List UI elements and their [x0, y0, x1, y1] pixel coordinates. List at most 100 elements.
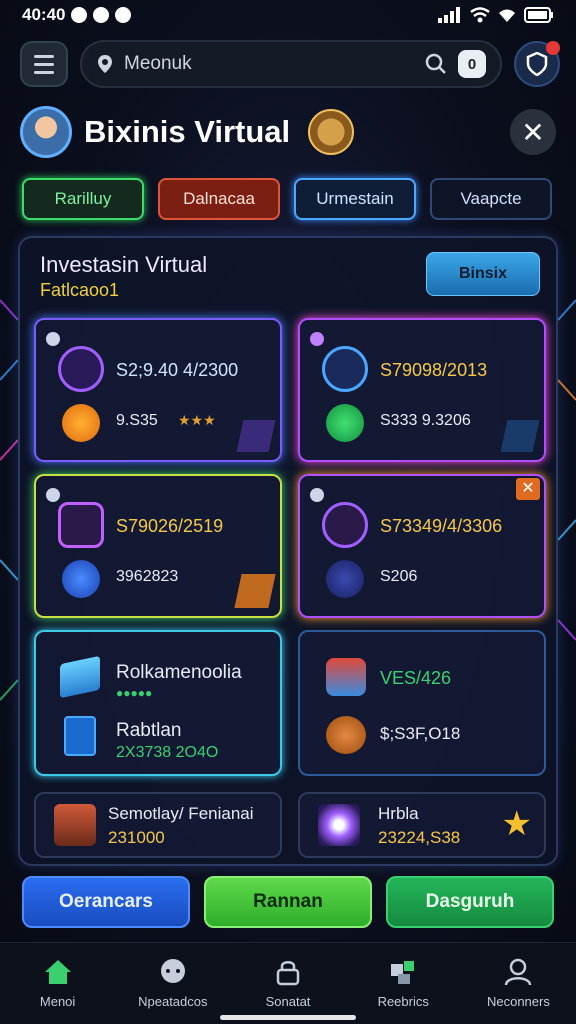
top-bar: 0: [20, 40, 560, 88]
asset-card[interactable]: S79026/2519 3962823: [34, 474, 282, 618]
bottom-nav: Menoi Npeatadcos Sonatat Reebrics Neconn…: [0, 942, 576, 1024]
tab-rarilluy[interactable]: Rarilluy: [22, 178, 144, 220]
action-bar: Oerancars Rannan Dasguruh: [22, 876, 554, 928]
shield-icon: [526, 52, 548, 76]
hamburger-icon: [34, 54, 54, 58]
close-icon[interactable]: ✕: [516, 478, 540, 500]
pin-icon: [46, 332, 60, 346]
card-value: S2;9.40 4/2300: [116, 360, 239, 380]
search-input[interactable]: [124, 53, 414, 75]
rocket-icon: [500, 420, 540, 452]
document-icon: [322, 346, 368, 392]
progress-dots-icon: ●●●●●: [116, 686, 153, 700]
panel-action-button[interactable]: Binsix: [426, 252, 540, 296]
investment-panel: Investasin Virtual Fatlcaoo1 Binsix S2;9…: [18, 236, 558, 866]
notification-icon: [71, 7, 88, 23]
star-icon[interactable]: ★: [502, 804, 532, 844]
tab-dalnacaa[interactable]: Dalnacaa: [158, 178, 280, 220]
lock-icon: [276, 961, 300, 986]
status-time: 40:40: [22, 5, 66, 24]
card-secondary: S206: [380, 568, 418, 585]
shield-icon: [62, 560, 100, 598]
pin-icon: [310, 488, 324, 502]
card-secondary: 23224,S38: [378, 828, 461, 847]
heart-icon: [93, 7, 110, 23]
action-button-tertiary[interactable]: Dasguruh: [386, 876, 554, 928]
nav-label: Neconners: [486, 994, 550, 1009]
nav-label: Npeatadcos: [138, 994, 208, 1009]
stars-icon: ★★★: [178, 412, 216, 428]
shield-button[interactable]: [514, 41, 560, 87]
action-button-secondary[interactable]: Rannan: [204, 876, 372, 928]
card-secondary: S333 9.3206: [380, 412, 471, 429]
target-icon: [58, 346, 104, 392]
signal-icon: [438, 7, 460, 23]
chart-icon: [58, 502, 104, 548]
nav-item-reebrics[interactable]: Reebrics: [346, 943, 461, 1024]
card-secondary: 3962823: [116, 568, 179, 585]
asset-card[interactable]: VES/426 $;S3F,O18: [298, 630, 546, 776]
home-icon: [44, 960, 71, 984]
tab-urmestain[interactable]: Urmestain: [294, 178, 416, 220]
check-icon: [326, 560, 364, 598]
wifi-alt-icon: [499, 9, 515, 22]
card-title: Semotlay/ Fenianai: [108, 804, 254, 823]
panel-subtitle: Fatlcaoo1: [40, 280, 120, 300]
asset-card[interactable]: Rolkamenoolia ●●●●● Rabtlan 2X3738 2O4O: [34, 630, 282, 776]
card-title-secondary: Rabtlan: [116, 720, 182, 741]
asset-card[interactable]: Semotlay/ Fenianai 231000: [34, 792, 282, 858]
avatar[interactable]: [20, 106, 72, 158]
pin-icon: [46, 488, 60, 502]
search-icon[interactable]: [424, 52, 448, 76]
card-title: Hrbla: [378, 804, 419, 823]
card-value: S79026/2519: [116, 516, 224, 536]
tab-bar: Rarilluy Dalnacaa Urmestain Vaapcte: [22, 178, 552, 220]
wifi-icon: [470, 7, 490, 23]
profile-icon: [505, 958, 532, 986]
card-secondary: 231000: [108, 828, 165, 847]
nav-label: Sonatat: [265, 994, 311, 1009]
coin-icon: [62, 404, 100, 442]
star-icon: [322, 502, 368, 548]
card-secondary: $;S3F,O18: [380, 724, 461, 743]
home-indicator[interactable]: [220, 1015, 356, 1020]
tools-icon: [326, 404, 364, 442]
scan-button[interactable]: 0: [458, 50, 486, 78]
asset-card[interactable]: ✕ S73349/4/3306 S206: [298, 474, 546, 618]
card-value: VES/426: [380, 668, 452, 688]
action-button-primary[interactable]: Oerancars: [22, 876, 190, 928]
nav-item-menoi[interactable]: Menoi: [0, 943, 115, 1024]
battery-icon: [524, 7, 553, 23]
clipboard-icon: [64, 716, 96, 756]
card-title: Rolkamenoolia: [116, 662, 242, 683]
search-bar[interactable]: 0: [80, 40, 502, 88]
nav-item-npeatadcos[interactable]: Npeatadcos: [115, 943, 230, 1024]
handshake-icon: [326, 716, 366, 754]
puzzle-icon: [391, 961, 415, 984]
character-thumbnail: [54, 804, 96, 846]
close-button[interactable]: ✕: [510, 109, 556, 155]
rocket-icon: [236, 420, 276, 452]
close-icon: ✕: [521, 116, 545, 148]
graduation-icon: [60, 655, 100, 699]
tab-vaapcte[interactable]: Vaapcte: [430, 178, 552, 220]
nav-label: Menoi: [39, 994, 76, 1009]
nav-item-sonatat[interactable]: Sonatat: [230, 943, 345, 1024]
panel-title: Investasin Virtual: [40, 252, 208, 277]
notification-badge: [546, 41, 560, 55]
chat-icon: [160, 959, 185, 983]
location-icon: [98, 55, 112, 73]
status-bar: 40:40: [0, 0, 576, 30]
asset-card[interactable]: S79098/2013 S333 9.3206: [298, 318, 546, 462]
sparkle-icon: [318, 804, 360, 846]
menu-button[interactable]: [20, 41, 68, 87]
coin-icon[interactable]: [308, 109, 355, 155]
card-value: S73349/4/3306: [380, 516, 503, 536]
header: Bixinis Virtual ✕: [20, 104, 556, 160]
asset-card[interactable]: Hrbla 23224,S38 ★: [298, 792, 546, 858]
nav-item-neconners[interactable]: Neconners: [461, 943, 576, 1024]
message-icon: [115, 7, 132, 23]
asset-card[interactable]: S2;9.40 4/2300 9.S35 ★★★: [34, 318, 282, 462]
card-secondary: 2X3738 2O4O: [116, 744, 219, 761]
calculator-icon: [326, 658, 366, 696]
